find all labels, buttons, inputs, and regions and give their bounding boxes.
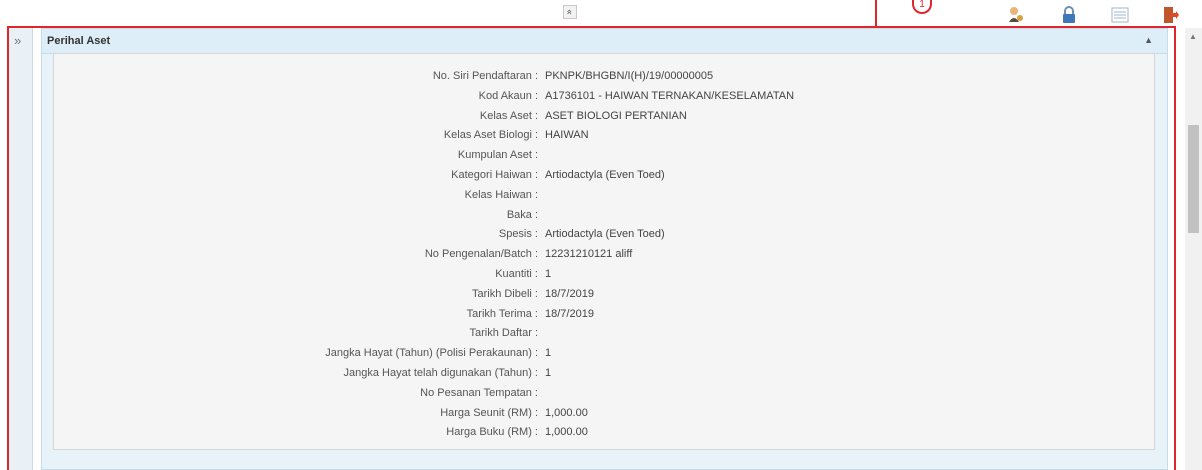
- field-label: Jangka Hayat telah digunakan (Tahun) :: [343, 367, 538, 379]
- scroll-up-arrow-icon[interactable]: ▲: [1189, 32, 1197, 41]
- left-rail: »: [9, 28, 33, 470]
- field-row: Harga Seunit (RM) : 1,000.00: [54, 407, 1154, 423]
- field-value: A1736101 - HAIWAN TERNAKAN/KESELAMATAN: [545, 89, 795, 102]
- field-value: Artiodactyla (Even Toed): [545, 228, 665, 241]
- field-row: Tarikh Dibeli : 18/7/2019: [54, 288, 1154, 304]
- field-row: Kuantiti : 1: [54, 268, 1154, 284]
- field-label: Kategori Haiwan :: [451, 169, 538, 181]
- field-label: Harga Buku (RM) :: [446, 426, 538, 439]
- field-label: Tarikh Terima :: [466, 307, 538, 320]
- field-value: 1,000.00: [545, 406, 588, 419]
- field-value: 12231210121 aliff: [545, 248, 633, 261]
- field-row: Kelas Aset : ASET BIOLOGI PERTANIAN: [54, 110, 1154, 126]
- field-row: No. Siri Pendaftaran : PKNPK/BHGBN/I(H)/1…: [54, 70, 1154, 86]
- field-label: No. Siri Pendaftaran :: [432, 70, 538, 82]
- collapse-up-button[interactable]: «: [563, 5, 577, 19]
- scrollbar[interactable]: ▲: [1185, 28, 1202, 470]
- field-label: Spesis :: [498, 228, 538, 241]
- field-label: Kelas Aset :: [479, 109, 538, 122]
- field-row: Kategori Haiwan : Artiodactyla (Even Toed…: [54, 169, 1154, 185]
- rail-gap: [33, 28, 41, 470]
- field-label: Kumpulan Aset :: [457, 149, 538, 162]
- field-value: 1: [545, 268, 552, 280]
- panel-title: Perihal Aset: [47, 35, 111, 47]
- collapse-caret-icon[interactable]: ▲: [1144, 35, 1153, 45]
- field-row: Kumpulan Aset :: [54, 149, 1154, 165]
- field-row: Baka :: [54, 209, 1154, 225]
- field-value: PKNPK/BHGBN/I(H)/19/00000005: [545, 70, 714, 82]
- field-row: Tarikh Daftar :: [54, 327, 1154, 343]
- field-value: Artiodactyla (Even Toed): [545, 169, 665, 181]
- field-row: Jangka Hayat telah digunakan (Tahun) : 1: [54, 367, 1154, 383]
- field-value: 1: [545, 347, 552, 360]
- field-row: Jangka Hayat (Tahun) (Polisi Perakaunan)…: [54, 347, 1154, 363]
- field-row: Kod Akaun : A1736101 - HAIWAN TERNAKAN/KE…: [54, 90, 1154, 106]
- field-label: No Pengenalan/Batch :: [424, 248, 538, 261]
- field-label: Kod Akaun :: [478, 89, 538, 102]
- field-label: Kelas Aset Biologi :: [443, 129, 538, 142]
- field-value: HAIWAN: [545, 129, 589, 142]
- field-label: Harga Seunit (RM) :: [440, 406, 538, 419]
- field-value: 1: [545, 367, 552, 379]
- field-label: Tarikh Daftar :: [469, 327, 538, 340]
- field-row: Kelas Haiwan :: [54, 189, 1154, 205]
- field-row: No Pengenalan/Batch : 12231210121 aliff: [54, 248, 1154, 264]
- panel-header[interactable]: Perihal Aset ▲: [42, 29, 1167, 54]
- expand-sidebar-icon[interactable]: »: [14, 34, 21, 47]
- panel-body: No. Siri Pendaftaran : PKNPK/BHGBN/I(H)/1…: [53, 53, 1155, 450]
- perihal-aset-panel: Perihal Aset ▲ No. Siri Pendaftaran : PKN…: [41, 28, 1168, 470]
- field-label: Kelas Haiwan :: [464, 188, 538, 201]
- field-value: 1,000.00: [545, 426, 588, 439]
- field-value: ASET BIOLOGI PERTANIAN: [545, 109, 687, 122]
- field-label: No Pesanan Tempatan :: [420, 386, 538, 399]
- field-row: Spesis : Artiodactyla (Even Toed): [54, 228, 1154, 244]
- field-row: Kelas Aset Biologi : HAIWAN: [54, 129, 1154, 145]
- field-label: Jangka Hayat (Tahun) (Polisi Perakaunan)…: [325, 347, 538, 360]
- field-value: 18/7/2019: [545, 287, 594, 300]
- field-label: Kuantiti :: [495, 268, 538, 280]
- field-label: Tarikh Dibeli :: [471, 287, 538, 300]
- field-row: Harga Buku (RM) : 1,000.00: [54, 426, 1154, 442]
- field-row: Tarikh Terima : 18/7/2019: [54, 308, 1154, 324]
- scrollbar-thumb[interactable]: [1188, 125, 1199, 233]
- field-value: 18/7/2019: [545, 307, 594, 320]
- field-row: No Pesanan Tempatan :: [54, 387, 1154, 403]
- field-label: Baka :: [506, 208, 538, 221]
